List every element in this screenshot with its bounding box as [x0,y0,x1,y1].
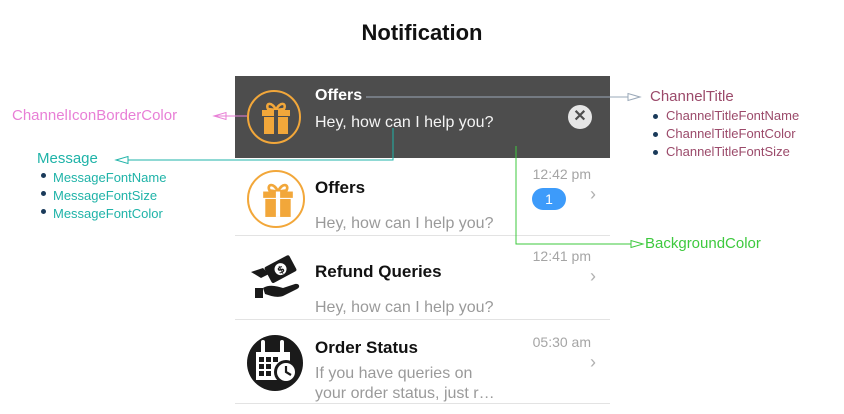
bullet [41,173,46,178]
bullet [41,191,46,196]
label-background-color: BackgroundColor [645,235,761,252]
label-message-prop: MessageFontName [53,170,167,185]
label-message-prop: MessageFontColor [53,206,163,221]
arrowhead [630,239,645,249]
label-channel-title-prop: ChannelTitleFontColor [666,126,796,141]
bullet [653,132,658,137]
arrowhead [627,92,642,102]
label-message-prop: MessageFontSize [53,188,158,203]
leader-message [128,128,394,161]
label-message: Message [37,150,98,167]
label-channel-title-prop: ChannelTitleFontName [666,108,800,123]
bullet [653,114,658,119]
bullet [653,150,658,155]
label-channel-icon-border-color: ChannelIconBorderColor [12,107,178,124]
label-channel-title-prop: ChannelTitleFontSize [666,144,790,159]
arrowhead [114,155,129,165]
leader-background-color [515,146,631,245]
bullet [41,209,46,214]
label-channel-title: ChannelTitle [650,88,734,105]
